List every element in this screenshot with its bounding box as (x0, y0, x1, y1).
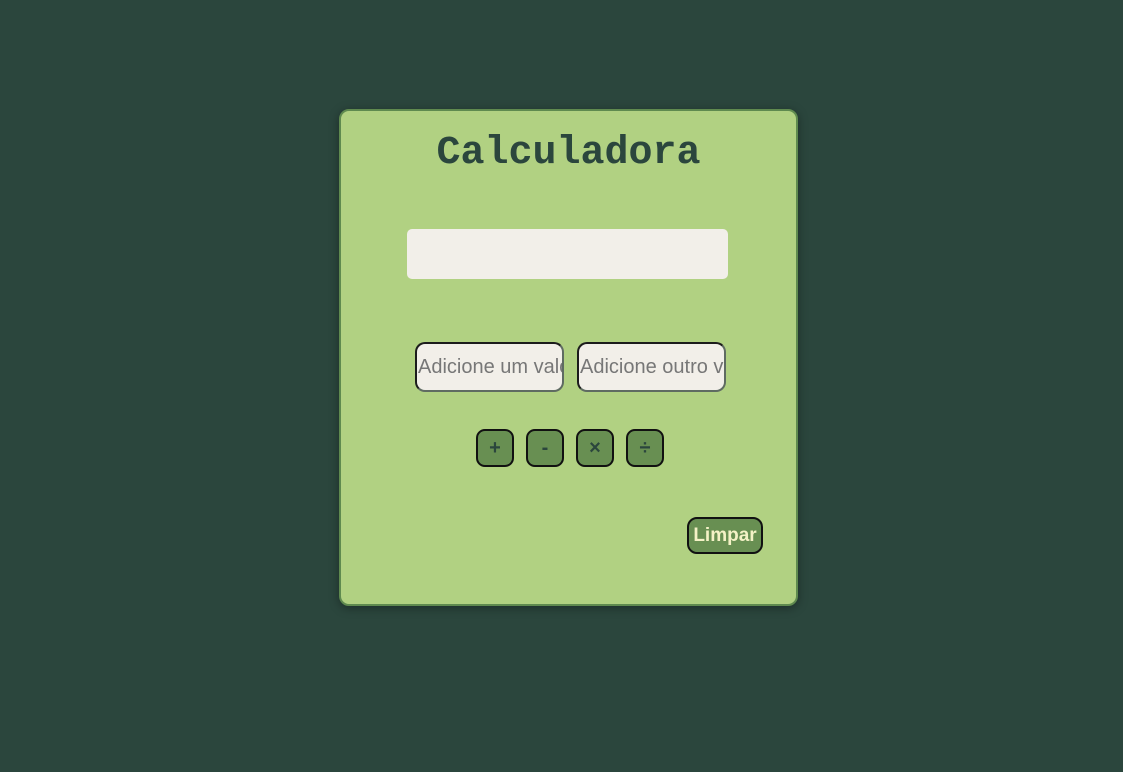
divide-button[interactable]: ÷ (626, 429, 664, 467)
add-button[interactable]: + (476, 429, 514, 467)
first-value-input[interactable] (415, 342, 564, 392)
multiply-button[interactable]: × (576, 429, 614, 467)
second-value-input[interactable] (577, 342, 726, 392)
subtract-button[interactable]: - (526, 429, 564, 467)
page-title: Calculadora (436, 131, 701, 176)
operation-buttons: + - × ÷ (341, 429, 796, 467)
calculator-card: Calculadora + - × ÷ Limpar (339, 109, 798, 606)
result-display (407, 229, 728, 279)
clear-button[interactable]: Limpar (687, 517, 763, 554)
